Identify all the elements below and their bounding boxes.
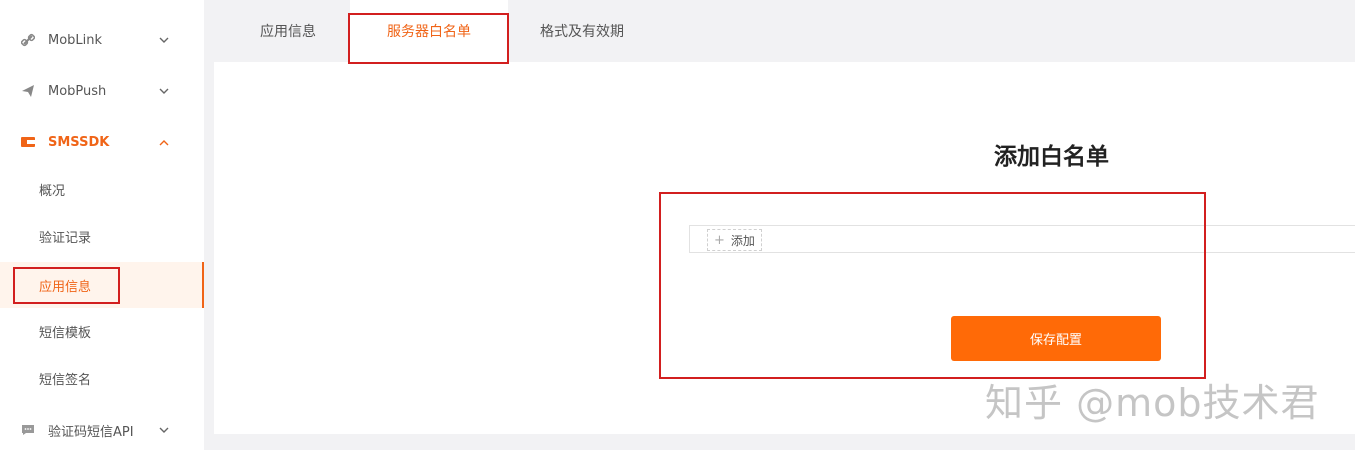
plus-icon: +	[714, 232, 725, 248]
add-button-label: 添加	[730, 233, 755, 248]
sidebar-item-sms-templates[interactable]: 短信模板	[0, 308, 204, 354]
chevron-down-icon	[158, 85, 170, 97]
nav-group-label: MobPush	[48, 83, 107, 99]
sidebar-item-label: 验证记录	[39, 230, 92, 246]
sidebar-item-label: 短信签名	[39, 372, 92, 388]
tab-server-whitelist[interactable]: 服务器白名单	[350, 0, 508, 62]
sidebar-item-overview[interactable]: 概况	[0, 166, 204, 212]
page-title: 添加白名单	[994, 144, 1109, 170]
message-icon	[20, 422, 36, 438]
nav-group-moblink[interactable]: MobLink	[0, 20, 204, 60]
sidebar-item-label: 短信模板	[39, 325, 92, 341]
chevron-down-icon	[158, 34, 170, 46]
wallet-icon	[20, 134, 36, 150]
add-button[interactable]: + 添加	[707, 229, 762, 251]
sidebar: MobLink MobPush SMSSDK 概况 验证记录 应用信息 短信模板…	[0, 0, 204, 450]
link-icon	[20, 32, 36, 48]
nav-group-smssdk[interactable]: SMSSDK	[0, 122, 204, 162]
nav-group-sms-api[interactable]: 验证码短信API	[0, 410, 204, 450]
tab-format-validity[interactable]: 格式及有效期	[524, 0, 640, 62]
paper-plane-icon	[20, 83, 36, 99]
watermark: 知乎 @mob技术君	[985, 381, 1320, 425]
tab-app-info[interactable]: 应用信息	[244, 0, 332, 62]
whitelist-input-row: + 添加	[689, 225, 1355, 253]
tab-bar: 应用信息 服务器白名单 格式及有效期	[204, 0, 1355, 62]
nav-group-label: 验证码短信API	[48, 424, 134, 440]
sidebar-item-label: 概况	[39, 183, 66, 199]
sidebar-item-app-info[interactable]: 应用信息	[0, 262, 204, 308]
save-config-button[interactable]: 保存配置	[951, 316, 1161, 361]
sidebar-item-verify-records[interactable]: 验证记录	[0, 213, 204, 259]
nav-group-label: SMSSDK	[48, 134, 110, 150]
nav-group-label: MobLink	[48, 32, 103, 48]
chevron-down-icon	[158, 424, 170, 436]
sidebar-item-label: 应用信息	[39, 279, 92, 295]
sidebar-item-sms-signatures[interactable]: 短信签名	[0, 355, 204, 401]
nav-group-mobpush[interactable]: MobPush	[0, 71, 204, 111]
chevron-up-icon	[158, 136, 170, 148]
